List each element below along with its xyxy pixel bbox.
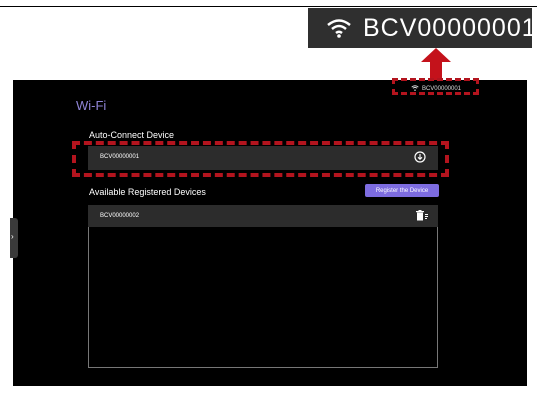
side-drawer-handle[interactable]: ›: [10, 218, 18, 258]
auto-connect-label: Auto-Connect Device: [89, 130, 175, 140]
delete-icon[interactable]: [416, 210, 428, 223]
page-title: Wi-Fi: [76, 98, 107, 113]
status-callout: BCV00000001: [308, 8, 536, 48]
callout-ssid: BCV00000001: [363, 14, 537, 42]
available-devices-list: [88, 205, 438, 368]
available-devices-label: Available Registered Devices: [89, 187, 206, 197]
highlight-box-auto-connect: [72, 141, 449, 177]
device-name: BCV00000002: [100, 213, 140, 219]
wifi-icon: [326, 18, 352, 43]
highlight-box-status: [392, 78, 479, 95]
chevron-right-icon: ›: [11, 232, 14, 241]
top-rule: [0, 6, 537, 7]
list-item[interactable]: BCV00000002: [88, 205, 438, 227]
register-device-button[interactable]: Register the Device: [365, 184, 439, 197]
